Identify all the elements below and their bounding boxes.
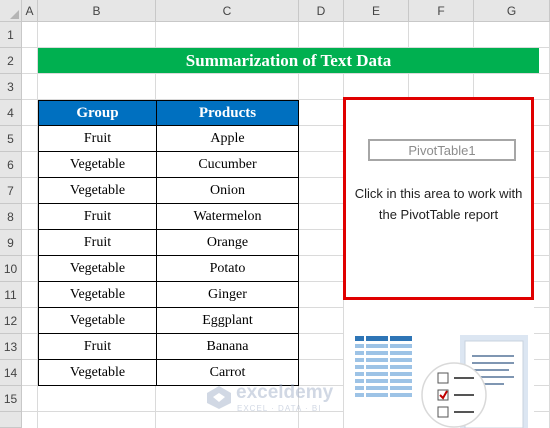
row-header-11[interactable]: 11 <box>0 282 22 308</box>
exceldemy-logo-icon <box>207 386 231 409</box>
table-cell-group[interactable]: Vegetable <box>38 359 157 386</box>
table-cell-product[interactable]: Potato <box>156 255 299 282</box>
table-cell-product[interactable]: Ginger <box>156 281 299 308</box>
table-header-products[interactable]: Products <box>156 100 299 126</box>
row-header-16[interactable] <box>0 412 22 428</box>
row-header-13[interactable]: 13 <box>0 334 22 360</box>
pivot-table-name: PivotTable1 <box>368 139 516 161</box>
table-cell-group[interactable]: Fruit <box>38 125 157 152</box>
exceldemy-watermark: exceldemy EXCEL · DATA · BI <box>206 382 351 414</box>
pivot-hint-line-1: Click in this area to work with <box>354 186 523 201</box>
table-cell-product[interactable]: Orange <box>156 229 299 256</box>
column-header-c[interactable]: C <box>156 0 299 22</box>
column-header-b[interactable]: B <box>38 0 156 22</box>
row-header-15[interactable]: 15 <box>0 386 22 412</box>
table-cell-group[interactable]: Vegetable <box>38 177 157 204</box>
watermark-tagline: EXCEL · DATA · BI <box>237 404 322 413</box>
row-header-7[interactable]: 7 <box>0 178 22 204</box>
row-header-2[interactable]: 2 <box>0 48 22 74</box>
row-header-8[interactable]: 8 <box>0 204 22 230</box>
pivot-illustration <box>344 300 534 428</box>
row-header-12[interactable]: 12 <box>0 308 22 334</box>
table-cell-product[interactable]: Watermelon <box>156 203 299 230</box>
table-cell-product[interactable]: Eggplant <box>156 307 299 334</box>
table-cell-product[interactable]: Apple <box>156 125 299 152</box>
row-header-6[interactable]: 6 <box>0 152 22 178</box>
select-all-icon <box>10 10 19 19</box>
table-cell-group[interactable]: Fruit <box>38 333 157 360</box>
sheet-title[interactable]: Summarization of Text Data <box>38 48 539 73</box>
select-all-corner[interactable] <box>0 0 22 22</box>
row-header-5[interactable]: 5 <box>0 126 22 152</box>
field-list-grid-icon <box>355 336 412 397</box>
row-header-3[interactable]: 3 <box>0 74 22 100</box>
table-cell-product[interactable]: Onion <box>156 177 299 204</box>
row-header-4[interactable]: 4 <box>0 100 22 126</box>
column-header-f[interactable]: F <box>409 0 474 22</box>
table-header-group[interactable]: Group <box>38 100 157 126</box>
table-cell-group[interactable]: Vegetable <box>38 255 157 282</box>
row-header-1[interactable]: 1 <box>0 22 22 48</box>
table-cell-group[interactable]: Vegetable <box>38 151 157 178</box>
column-header-a[interactable]: A <box>22 0 38 22</box>
checklist-icon <box>421 362 487 428</box>
column-header-g[interactable]: G <box>474 0 550 22</box>
column-header-e[interactable]: E <box>344 0 409 22</box>
watermark-name: exceldemy <box>236 382 334 403</box>
row-header-14[interactable]: 14 <box>0 360 22 386</box>
table-cell-group[interactable]: Fruit <box>38 203 157 230</box>
table-cell-group[interactable]: Fruit <box>38 229 157 256</box>
row-header-10[interactable]: 10 <box>0 256 22 282</box>
table-cell-product[interactable]: Cucumber <box>156 151 299 178</box>
table-cell-product[interactable]: Banana <box>156 333 299 360</box>
table-cell-group[interactable]: Vegetable <box>38 281 157 308</box>
column-header-d[interactable]: D <box>299 0 344 22</box>
pivot-table-hint: Click in this area to work with the Pivo… <box>346 183 531 225</box>
pivot-hint-line-2: the PivotTable report <box>378 207 499 222</box>
row-header-9[interactable]: 9 <box>0 230 22 256</box>
table-cell-group[interactable]: Vegetable <box>38 307 157 334</box>
